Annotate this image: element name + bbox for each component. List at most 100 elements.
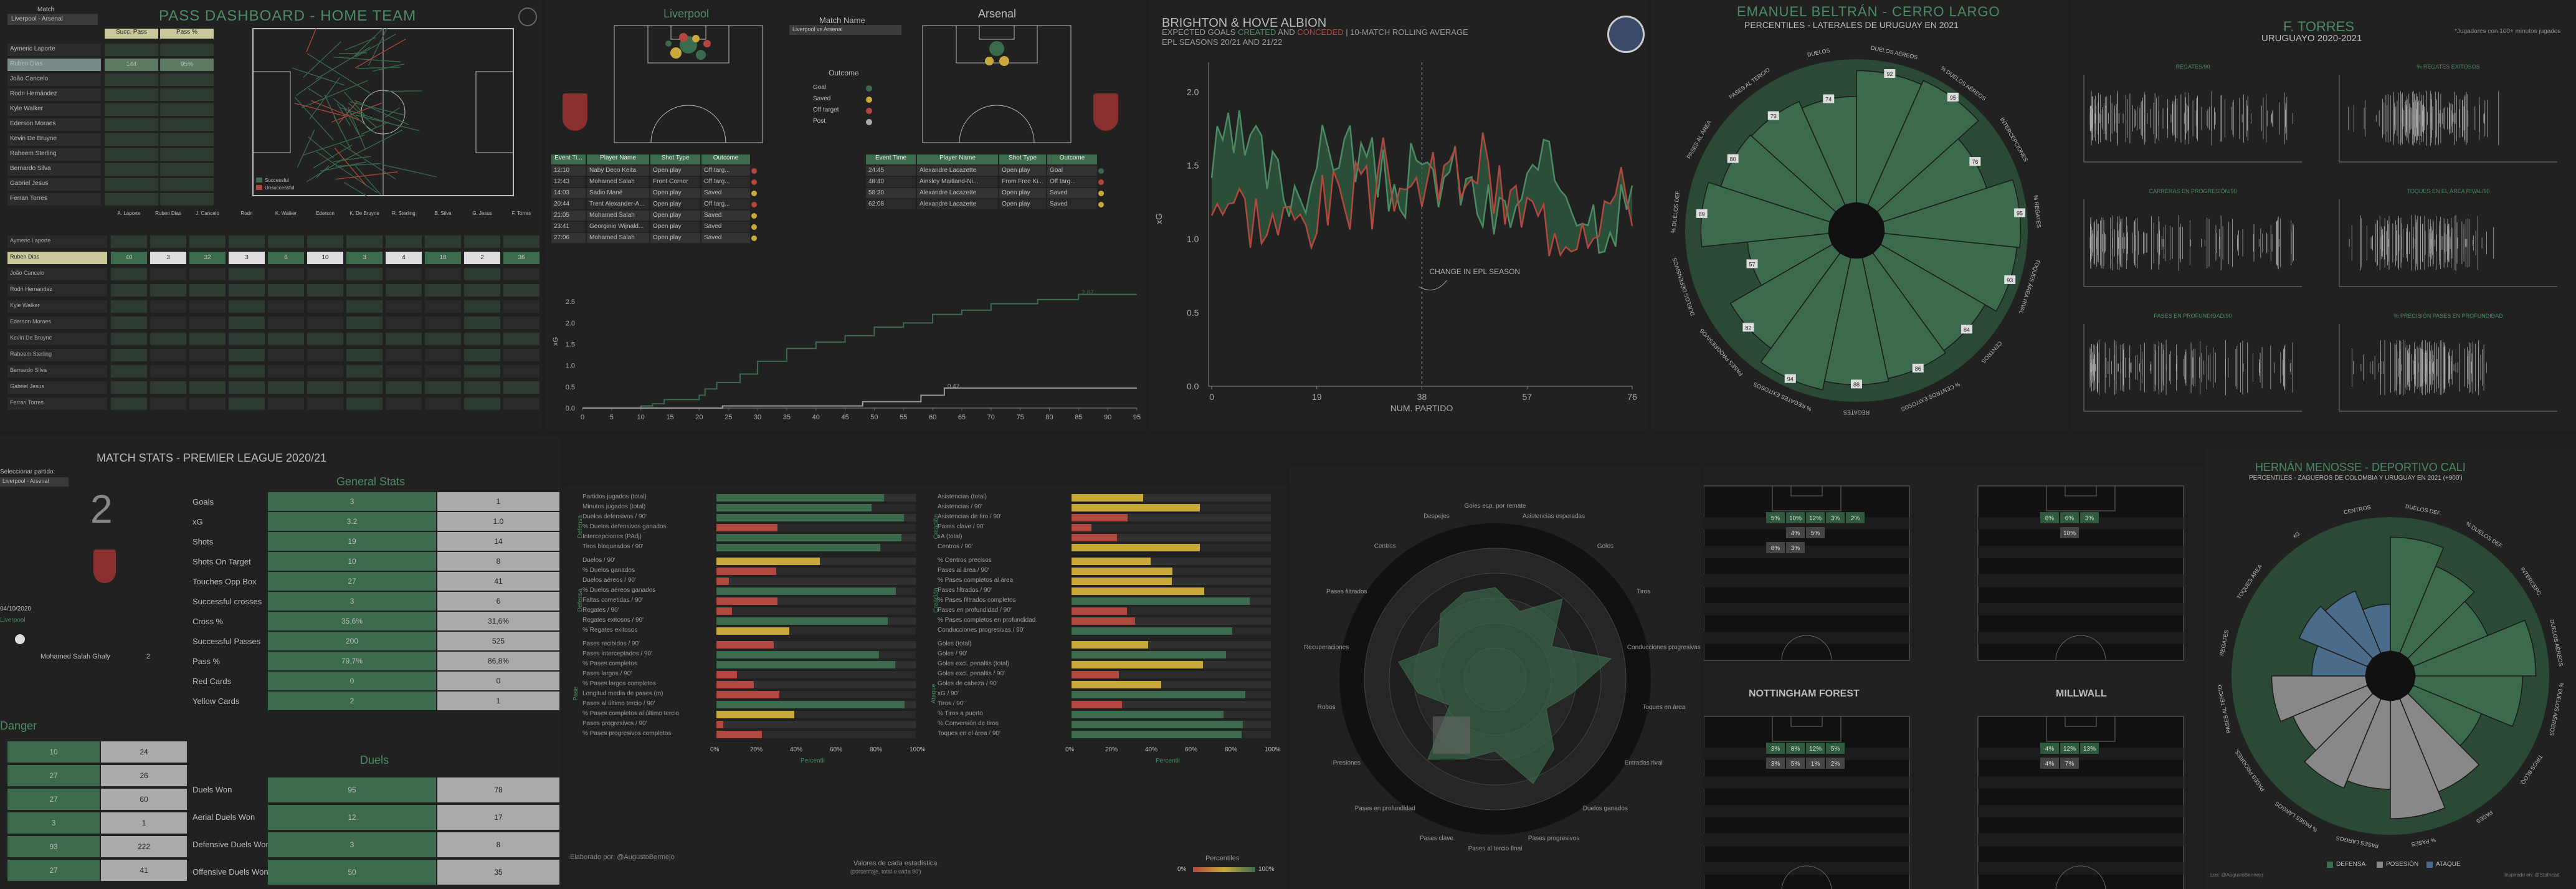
table-cell[interactable]: Off targ... (701, 166, 750, 176)
percentile-bar (1072, 587, 1204, 595)
table-cell[interactable]: 48:40 (866, 177, 916, 187)
player-name[interactable]: Rodri Hernández (7, 88, 101, 101)
outcome-option[interactable]: Saved (813, 95, 830, 102)
player-name[interactable]: Ruben Dias (7, 59, 101, 71)
table-cell[interactable]: 12:43 (551, 177, 586, 187)
player-name[interactable]: Gabriel Jesus (7, 178, 101, 191)
table-cell[interactable]: Goal (1047, 166, 1097, 176)
table-cell[interactable]: Mohamed Salah (587, 233, 649, 243)
pass-line (315, 46, 371, 80)
beltran-polar-chart: DUELOS AÉREOS% DUELOS AÉREOSINTERCEPCION… (1670, 45, 2042, 416)
duel-label: Offensive Duels Won (192, 867, 269, 877)
arsenal-crest-icon (1093, 93, 1118, 131)
player-name[interactable]: Aymeric Laporte (7, 44, 101, 56)
pass-cell (105, 193, 158, 206)
player-name[interactable]: João Cancelo (7, 74, 101, 86)
pass-pct-cell: 95% (160, 59, 214, 71)
table-cell[interactable]: Front Corner (650, 177, 700, 187)
matrix-cell (464, 333, 500, 345)
brighton-seasons: EPL SEASONS 20/21 AND 21/22 (1162, 37, 1283, 47)
table-cell[interactable]: Alexandre Lacazette (917, 188, 998, 198)
brighton-subtitle: EXPECTED GOALS CREATED AND CONCEDED | 10… (1162, 27, 1468, 37)
table-cell[interactable]: Open play (999, 188, 1046, 198)
matrix-col-header: K. Walker (275, 211, 297, 216)
table-cell[interactable]: Open play (650, 188, 700, 198)
table-cell[interactable]: Open play (650, 211, 700, 221)
danger-home: 3 (7, 812, 100, 834)
torres-panel-title: % REGATES EXITOSOS (2417, 64, 2479, 70)
table-cell[interactable]: Open play (650, 233, 700, 243)
table-cell[interactable]: Saved (1047, 199, 1097, 209)
stat-away: 8 (437, 552, 559, 571)
matrix-row-label: Bernardo Silva (7, 365, 107, 378)
player-name[interactable]: Kyle Walker (7, 103, 101, 116)
stat-home: 200 (268, 632, 436, 650)
player-name[interactable]: Ederson Moraes (7, 118, 101, 131)
table-cell[interactable]: Saved (701, 211, 750, 221)
match-select[interactable]: Liverpool - Arsenal (7, 14, 98, 25)
table-cell[interactable]: Open play (650, 222, 700, 232)
pass-cell (105, 163, 158, 176)
matrix-col-header: J. Cancelo (196, 211, 219, 216)
radar-label: Conducciones progresivas (1627, 644, 1701, 651)
bot-right-zone-value: 4% (2045, 761, 2055, 768)
table-cell[interactable]: 24:45 (866, 166, 916, 176)
xg-xtick: 90 (1104, 414, 1111, 421)
player-name[interactable]: Raheem Sterling (7, 148, 101, 161)
table-cell[interactable]: Alexandre Lacazette (917, 166, 998, 176)
table-cell[interactable]: 12:10 (551, 166, 586, 176)
table-cell[interactable]: 62:08 (866, 199, 916, 209)
matrix-cell (307, 268, 343, 280)
select-match-dropdown[interactable]: Liverpool - Arsenal (0, 477, 69, 487)
matrix-cell: 18 (425, 252, 461, 264)
table-cell[interactable]: Saved (701, 233, 750, 243)
percentile-bar (716, 587, 896, 595)
section-label: Pase (572, 687, 579, 701)
table-cell[interactable]: Sadio Mané (587, 188, 649, 198)
matrix-cell (150, 268, 186, 280)
table-cell[interactable]: 21:05 (551, 211, 586, 221)
table-cell[interactable]: Mohamed Salah (587, 177, 649, 187)
table-cell[interactable]: Open play (650, 199, 700, 209)
table-cell[interactable]: Trent Alexander-A... (587, 199, 649, 209)
player-name[interactable]: Kevin De Bruyne (7, 133, 101, 146)
table-cell[interactable]: Mohamed Salah (587, 211, 649, 221)
pass-cell (105, 148, 158, 161)
outcome-option[interactable]: Off target (813, 107, 839, 113)
radar-label: Presiones (1333, 760, 1361, 767)
table-cell[interactable]: Off targ... (1047, 177, 1097, 187)
matrix-cell (503, 365, 539, 378)
outcome-option[interactable]: Goal (813, 84, 826, 91)
table-cell[interactable]: 27:06 (551, 233, 586, 243)
bar-track (716, 607, 916, 615)
table-cell[interactable]: Ainsley Maitland-Ni... (917, 177, 998, 187)
table-cell[interactable]: Off targ... (701, 177, 750, 187)
outcome-option[interactable]: Post (813, 118, 825, 125)
table-cell[interactable]: Alexandre Lacazette (917, 199, 998, 209)
table-cell[interactable]: From Free Ki... (999, 177, 1046, 187)
bar-label: xA (total) (938, 533, 962, 540)
player-name[interactable]: Ferran Torres (7, 193, 101, 206)
table-cell[interactable]: Off targ... (701, 199, 750, 209)
table-cell[interactable]: Saved (1047, 188, 1097, 198)
matrix-cell (229, 381, 265, 394)
table-cell[interactable]: Georginio Wijnald... (587, 222, 649, 232)
table-cell[interactable]: 14:03 (551, 188, 586, 198)
table-cell[interactable]: 20:44 (551, 199, 586, 209)
matrix-cell (150, 333, 186, 345)
bar-label: Tiros bloqueados / 90' (582, 543, 644, 550)
player-name[interactable]: Bernardo Silva (7, 163, 101, 176)
table-cell[interactable]: Saved (701, 188, 750, 198)
outcome-dot (1098, 179, 1104, 185)
table-cell[interactable]: Saved (701, 222, 750, 232)
matrix-cell (464, 300, 500, 313)
table-cell[interactable]: Open play (999, 199, 1046, 209)
table-cell[interactable]: Open play (650, 166, 700, 176)
table-cell[interactable]: Open play (999, 166, 1046, 176)
table-cell[interactable]: 23:41 (551, 222, 586, 232)
table-cell[interactable]: 58:30 (866, 188, 916, 198)
matrix-cell (386, 300, 422, 313)
match-name-select[interactable]: Liverpool vs Arsenal (789, 25, 901, 35)
table-header: Player Name (917, 155, 998, 164)
table-cell[interactable]: Naby Deco Keita (587, 166, 649, 176)
